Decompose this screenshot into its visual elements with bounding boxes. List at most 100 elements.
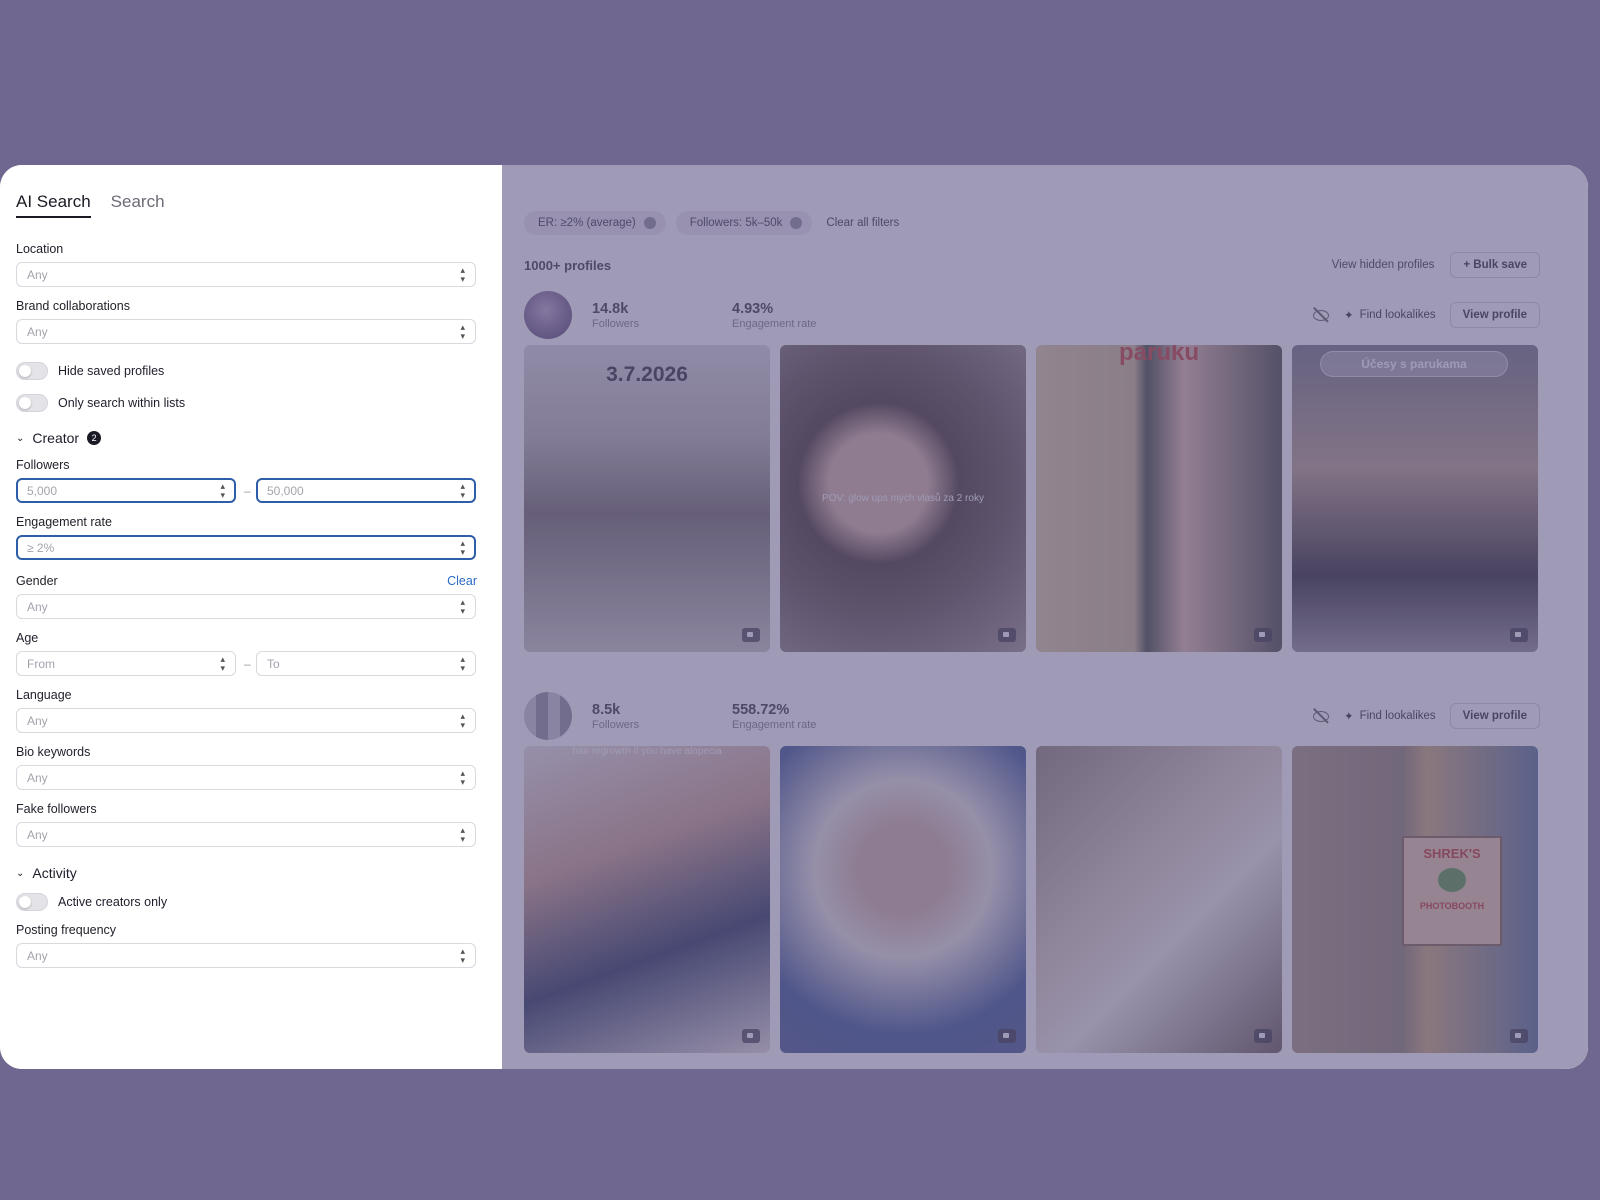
posting-select[interactable]: Any ▴ ▾ xyxy=(16,943,476,968)
followers-caption: Followers xyxy=(592,718,640,731)
post-thumbnail[interactable]: hair regrowth if you have alopecia xyxy=(524,746,770,1053)
chevron-updown-icon: ▴ ▾ xyxy=(220,653,225,673)
age-label: Age xyxy=(16,631,39,645)
bio-filter: Bio keywords Any ▴ ▾ xyxy=(16,745,477,790)
chevron-updown-icon: ▴ ▾ xyxy=(460,710,465,730)
filter-chip-followers[interactable]: Followers: 5k–50k xyxy=(675,211,813,235)
gender-filter: Gender Clear Any ▴ ▾ xyxy=(16,574,477,619)
results-header: 1000+ profiles View hidden profiles + Bu… xyxy=(524,252,1540,278)
followers-value: 8.5k xyxy=(592,701,621,718)
filter-chip-er[interactable]: ER: ≥2% (average) xyxy=(524,211,666,235)
gender-select[interactable]: Any ▴ ▾ xyxy=(16,594,476,619)
fake-label: Fake followers xyxy=(16,802,97,816)
bio-label: Bio keywords xyxy=(16,745,91,759)
followers-filter: Followers 5,000 ▴ ▾ – 50,000 ▴ ▾ xyxy=(16,458,477,503)
active-only-label: Active creators only xyxy=(58,895,168,909)
gender-value: Any xyxy=(27,599,48,614)
app-window: AI Search Search Location Any ▴ ▾ Brand c… xyxy=(0,165,1588,1069)
activity-section-title: Activity xyxy=(32,865,77,881)
engagement-stat: 4.93% Engagement rate xyxy=(732,301,852,330)
within-lists-toggle[interactable] xyxy=(16,394,48,412)
chevron-updown-icon: ▴ ▾ xyxy=(460,321,465,341)
sign-text-bottom: PHOTOBOOTH xyxy=(1419,901,1485,911)
post-thumbnail[interactable]: paruku xyxy=(1036,345,1282,652)
post-thumbnail[interactable] xyxy=(1036,746,1282,1053)
post-thumbnail[interactable]: Účesy s parukama xyxy=(1292,345,1538,652)
location-filter: Location Any ▴ ▾ xyxy=(16,242,477,287)
tab-ai-search[interactable]: AI Search xyxy=(16,192,91,218)
followers-min-value: 5,000 xyxy=(27,483,58,498)
activity-section-header[interactable]: ⌄ Activity xyxy=(16,865,477,881)
avatar[interactable] xyxy=(524,692,572,740)
results-panel: ER: ≥2% (average) Followers: 5k–50k Clea… xyxy=(502,165,1588,1069)
chevron-updown-icon: ▴ ▾ xyxy=(460,653,465,673)
chevron-down-icon: ⌄ xyxy=(16,432,25,444)
view-hidden-profiles-link[interactable]: View hidden profiles xyxy=(1332,259,1435,271)
fake-select[interactable]: Any ▴ ▾ xyxy=(16,822,476,847)
creator-section-header[interactable]: ⌄ Creator 2 xyxy=(16,430,477,446)
language-value: Any xyxy=(27,713,48,728)
hide-saved-row: Hide saved profiles xyxy=(16,362,477,380)
gender-label-row: Gender Clear xyxy=(16,574,477,588)
age-from-select[interactable]: From ▴ ▾ xyxy=(16,651,236,676)
range-dash: – xyxy=(244,483,251,498)
post-thumbnails: 3.7.2026 POV: glow ups mých vlasů za 2 r… xyxy=(524,345,1540,652)
chevron-updown-icon: ▴ ▾ xyxy=(460,264,465,284)
post-thumbnail[interactable]: SHREK'S PHOTOBOOTH xyxy=(1292,746,1538,1053)
active-only-row: Active creators only xyxy=(16,893,477,911)
active-only-toggle[interactable] xyxy=(16,893,48,911)
within-lists-row: Only search within lists xyxy=(16,394,477,412)
find-lookalikes-label: Find lookalikes xyxy=(1359,309,1436,321)
followers-min-select[interactable]: 5,000 ▴ ▾ xyxy=(16,478,236,503)
chevron-down-icon: ⌄ xyxy=(16,867,25,879)
bio-value: Any xyxy=(27,770,48,785)
followers-stat: 8.5k Followers xyxy=(592,702,712,731)
bio-select[interactable]: Any ▴ ▾ xyxy=(16,765,476,790)
fake-value: Any xyxy=(27,827,48,842)
gender-label: Gender xyxy=(16,574,58,588)
age-from-value: From xyxy=(27,656,55,671)
clear-all-filters-link[interactable]: Clear all filters xyxy=(826,217,899,229)
remove-chip-icon[interactable] xyxy=(643,217,656,229)
bulk-save-button[interactable]: + Bulk save xyxy=(1450,252,1540,278)
age-to-value: To xyxy=(267,656,280,671)
video-icon xyxy=(1510,1029,1528,1043)
find-lookalikes-button[interactable]: ✦ Find lookalikes xyxy=(1344,308,1436,322)
post-thumbnail[interactable]: 3.7.2026 xyxy=(524,345,770,652)
post-thumbnail[interactable] xyxy=(780,746,1026,1053)
chevron-updown-icon: ▴ ▾ xyxy=(460,596,465,616)
followers-max-select[interactable]: 50,000 ▴ ▾ xyxy=(256,478,476,503)
post-overlay-text: paruku xyxy=(1118,345,1199,366)
engagement-select[interactable]: ≥ 2% ▴ ▾ xyxy=(16,535,476,560)
post-overlay-search: Účesy s parukama xyxy=(1320,351,1508,377)
followers-value: 14.8k xyxy=(592,300,629,317)
brand-label: Brand collaborations xyxy=(16,299,130,313)
followers-max-value: 50,000 xyxy=(267,483,304,498)
search-tabs: AI Search Search xyxy=(16,192,477,218)
engagement-value: 558.72% xyxy=(732,701,790,718)
video-icon xyxy=(742,1029,760,1043)
chevron-updown-icon: ▴ ▾ xyxy=(460,480,465,500)
engagement-caption: Engagement rate xyxy=(732,718,817,731)
age-to-select[interactable]: To ▴ ▾ xyxy=(256,651,476,676)
hide-profile-icon[interactable] xyxy=(1312,306,1330,324)
chevron-updown-icon: ▴ ▾ xyxy=(460,767,465,787)
brand-select[interactable]: Any ▴ ▾ xyxy=(16,319,476,344)
gender-clear-link[interactable]: Clear xyxy=(447,574,477,588)
hide-saved-toggle[interactable] xyxy=(16,362,48,380)
sparkle-icon: ✦ xyxy=(1343,711,1354,723)
view-profile-button[interactable]: View profile xyxy=(1449,302,1540,328)
avatar[interactable] xyxy=(524,291,572,339)
profile-header: 8.5k Followers 558.72% Engagement rate ✦… xyxy=(524,692,1540,740)
post-thumbnails: hair regrowth if you have alopecia SHREK… xyxy=(524,746,1540,1053)
view-profile-button[interactable]: View profile xyxy=(1449,703,1540,729)
tab-search[interactable]: Search xyxy=(111,192,165,218)
hide-profile-icon[interactable] xyxy=(1312,707,1330,725)
language-label: Language xyxy=(16,688,72,702)
posting-label: Posting frequency xyxy=(16,923,117,937)
find-lookalikes-button[interactable]: ✦ Find lookalikes xyxy=(1344,709,1436,723)
location-select[interactable]: Any ▴ ▾ xyxy=(16,262,476,287)
language-select[interactable]: Any ▴ ▾ xyxy=(16,708,476,733)
remove-chip-icon[interactable] xyxy=(790,217,803,229)
post-thumbnail[interactable]: POV: glow ups mých vlasů za 2 roky xyxy=(780,345,1026,652)
